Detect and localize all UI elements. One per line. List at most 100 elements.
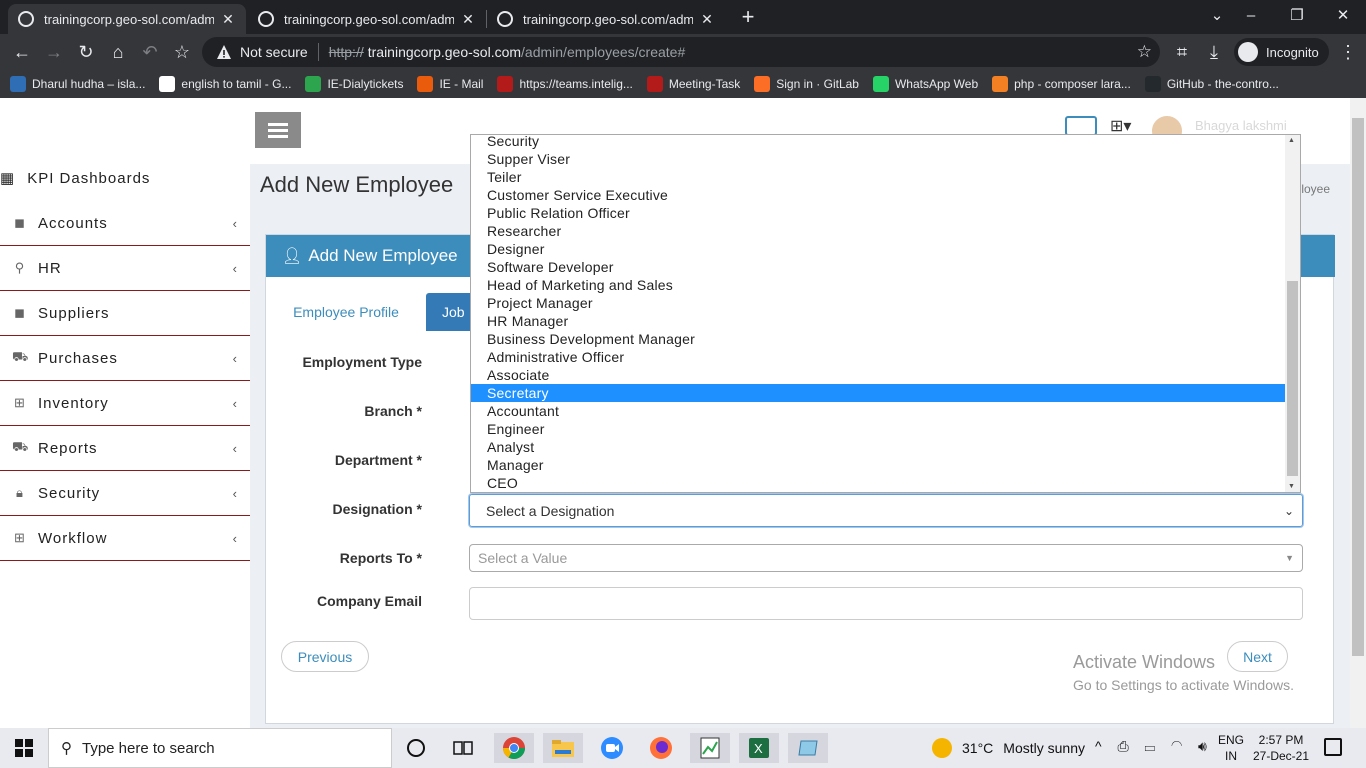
sidebar-item-reports[interactable]: ⛟ Reports ‹	[0, 426, 250, 471]
dropdown-option[interactable]: Associate	[471, 366, 1286, 384]
weather-widget[interactable]: 31°C Mostly sunny	[932, 728, 1085, 768]
not-secure-label[interactable]: Not secure	[240, 44, 308, 60]
sidebar-item-inventory[interactable]: ⊞ Inventory ‹	[0, 381, 250, 426]
dropdown-option[interactable]: Designer	[471, 240, 1286, 258]
chrome-icon[interactable]	[494, 733, 534, 763]
add-icon[interactable]: ⊞▾	[1110, 116, 1131, 136]
dropdown-option[interactable]: Head of Marketing and Sales	[471, 276, 1286, 294]
dropdown-option[interactable]: Teiler	[471, 168, 1286, 186]
file-explorer-icon[interactable]	[543, 733, 583, 763]
dropdown-option[interactable]: Public Relation Officer	[471, 204, 1286, 222]
close-tab-icon[interactable]: ✕	[699, 11, 715, 28]
bookmark-item[interactable]: IE-Dialytickets	[305, 76, 403, 92]
clock-time: 2:57 PM	[1258, 733, 1304, 747]
taskbar-search-box[interactable]: ⚲ Type here to search	[48, 728, 392, 768]
dropdown-option[interactable]: CEO	[471, 474, 1286, 492]
minimize-button[interactable]: –	[1236, 4, 1266, 28]
language-indicator[interactable]: ENG IN	[1218, 732, 1244, 764]
dropdown-option[interactable]: Manager	[471, 456, 1286, 474]
weather-condition: Mostly sunny	[1003, 740, 1085, 756]
bookmark-item[interactable]: IE - Mail	[417, 76, 483, 92]
company-email-input[interactable]	[469, 587, 1303, 620]
system-tray-icons[interactable]: ^ ⎙ ▭ ◠ 🔊︎	[1095, 738, 1213, 755]
download-icon[interactable]: ⤓	[1202, 40, 1226, 64]
bookmark-item[interactable]: english to tamil - G...	[159, 76, 291, 92]
dropdown-option[interactable]: Project Manager	[471, 294, 1286, 312]
close-tab-icon[interactable]: ✕	[460, 11, 476, 28]
dropdown-option[interactable]: Secretary	[471, 384, 1286, 402]
dropdown-option[interactable]: Accountant	[471, 402, 1286, 420]
browser-tab[interactable]: trainingcorp.geo-sol.com/admin/ ✕	[487, 4, 725, 34]
notifications-icon[interactable]	[1324, 738, 1342, 756]
bookmark-item[interactable]: WhatsApp Web	[872, 76, 978, 92]
reports-to-select[interactable]: Select a Value ▼	[469, 544, 1303, 572]
dropdown-option[interactable]: Supper Viser	[471, 150, 1286, 168]
windows-start-button[interactable]	[0, 728, 48, 768]
close-tab-icon[interactable]: ✕	[220, 11, 236, 28]
menu-icon[interactable]: ⋮	[1336, 40, 1360, 64]
firefox-icon[interactable]	[641, 733, 681, 763]
menu-toggle-button[interactable]	[255, 112, 301, 148]
close-window-button[interactable]: ✕	[1328, 4, 1358, 28]
tab-search-button[interactable]: ⌄	[1202, 4, 1232, 28]
home-icon[interactable]: ⌂	[106, 40, 130, 64]
browser-tab[interactable]: trainingcorp.geo-sol.com/admin/ ✕	[8, 4, 246, 34]
page-scrollbar-thumb[interactable]	[1352, 118, 1364, 656]
globe-icon	[258, 11, 274, 27]
dropdown-option[interactable]: Engineer	[471, 420, 1286, 438]
tab-employee-profile[interactable]: Employee Profile	[281, 293, 411, 331]
dropdown-option[interactable]: Business Development Manager	[471, 330, 1286, 348]
sidebar-item-accounts[interactable]: ◼ Accounts ‹	[0, 201, 250, 246]
excel-icon[interactable]: X	[739, 733, 779, 763]
dropdown-scrollbar[interactable]: ▲ ▼	[1285, 135, 1300, 492]
sidebar-item-kpi-dashboards[interactable]: ▦ KPI Dashboards	[0, 158, 250, 198]
bookmark-item[interactable]: Sign in · GitLab	[754, 76, 859, 92]
undo-icon[interactable]: ↶	[138, 40, 162, 64]
browser-tab[interactable]: trainingcorp.geo-sol.com/admin/ ✕	[248, 4, 486, 34]
forward-icon[interactable]: →	[42, 40, 66, 64]
maximize-button[interactable]: ❐	[1282, 4, 1312, 28]
user-name[interactable]: Bhagya lakshmi	[1195, 118, 1287, 133]
apps-icon[interactable]	[1065, 116, 1097, 136]
reload-icon[interactable]: ↻	[74, 40, 98, 64]
sidebar-item-security[interactable]: 🔒︎ Security ‹	[0, 471, 250, 516]
page-scrollbar[interactable]	[1350, 98, 1366, 728]
address-bar[interactable]: Not secure http://trainingcorp.geo-sol.c…	[202, 37, 1160, 67]
dropdown-scrollbar-thumb[interactable]	[1287, 281, 1298, 476]
scroll-up-icon[interactable]: ▲	[1288, 137, 1295, 144]
cortana-icon[interactable]	[396, 733, 436, 763]
sidebar-item-hr[interactable]: ⚲ HR ‹	[0, 246, 250, 291]
back-icon[interactable]: ←	[10, 40, 34, 64]
bookmark-item[interactable]: GitHub - the-contro...	[1144, 76, 1279, 92]
dropdown-option[interactable]: HR Manager	[471, 312, 1286, 330]
notepad-chart-icon[interactable]	[690, 733, 730, 763]
bookmark-item[interactable]: php - composer lara...	[992, 76, 1131, 92]
dropdown-option[interactable]: Security	[471, 135, 1286, 150]
app-icon[interactable]	[788, 733, 828, 763]
clock[interactable]: 2:57 PM 27-Dec-21	[1253, 732, 1309, 764]
sidebar-item-suppliers[interactable]: ◼ Suppliers	[0, 291, 250, 336]
bookmark-star-icon[interactable]: ☆	[170, 40, 194, 64]
warning-icon[interactable]	[216, 44, 232, 60]
incognito-badge[interactable]: Incognito	[1234, 38, 1329, 66]
breadcrumb[interactable]: loyee	[1301, 182, 1330, 196]
dropdown-option[interactable]: Software Developer	[471, 258, 1286, 276]
bookmark-page-icon[interactable]: ☆	[1137, 42, 1152, 62]
bookmark-item[interactable]: Dharul hudha – isla...	[10, 76, 145, 92]
designation-select[interactable]: Select a Designation ⌄	[469, 494, 1303, 527]
designation-dropdown-list[interactable]: Security Supper Viser Teiler Customer Servi…	[470, 134, 1301, 493]
dropdown-option[interactable]: Analyst	[471, 438, 1286, 456]
dropdown-option[interactable]: Researcher	[471, 222, 1286, 240]
dropdown-option[interactable]: Customer Service Executive	[471, 186, 1286, 204]
bookmark-item[interactable]: Meeting-Task	[646, 76, 740, 92]
new-tab-button[interactable]: +	[738, 4, 758, 30]
sidebar-item-purchases[interactable]: ⛟ Purchases ‹	[0, 336, 250, 381]
dropdown-option[interactable]: Administrative Officer	[471, 348, 1286, 366]
previous-button[interactable]: Previous	[281, 641, 369, 672]
crop-icon[interactable]: ⌗	[1170, 40, 1194, 64]
bookmark-item[interactable]: https://teams.intelig...	[497, 76, 633, 92]
zoom-icon[interactable]	[592, 733, 632, 763]
scroll-down-icon[interactable]: ▼	[1288, 483, 1295, 490]
sidebar-item-workflow[interactable]: ⊞ Workflow ‹	[0, 516, 250, 561]
task-view-icon[interactable]	[443, 733, 483, 763]
